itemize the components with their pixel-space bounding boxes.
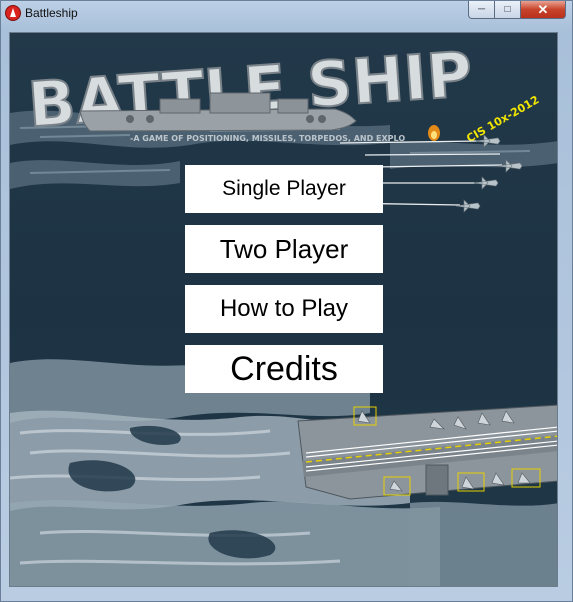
close-button[interactable]: ✕ [521, 1, 566, 19]
close-icon: ✕ [537, 1, 549, 17]
two-player-button[interactable]: Two Player [185, 225, 383, 273]
how-to-play-button[interactable]: How to Play [185, 285, 383, 333]
app-window: Battleship ─ □ ✕ BATTLE SHIP -A GAME OF … [0, 0, 573, 602]
logo-subtitle-text: -A GAME OF POSITIONING, MISSILES, TORPED… [130, 134, 405, 143]
single-player-button[interactable]: Single Player [185, 165, 383, 213]
aircraft-carrier-image [297, 404, 557, 500]
game-canvas: BATTLE SHIP -A GAME OF POSITIONING, MISS… [9, 32, 558, 587]
window-controls: ─ □ ✕ [468, 1, 566, 20]
maximize-icon: □ [504, 4, 511, 15]
explosion-icon [428, 125, 440, 141]
credits-button[interactable]: Credits [185, 345, 383, 393]
window-title: Battleship [25, 6, 78, 20]
maximize-button[interactable]: □ [495, 1, 521, 19]
title-bar[interactable]: Battleship ─ □ ✕ [1, 1, 572, 27]
minimize-button[interactable]: ─ [468, 1, 495, 19]
minimize-icon: ─ [477, 4, 486, 15]
app-logo-icon [5, 5, 21, 21]
